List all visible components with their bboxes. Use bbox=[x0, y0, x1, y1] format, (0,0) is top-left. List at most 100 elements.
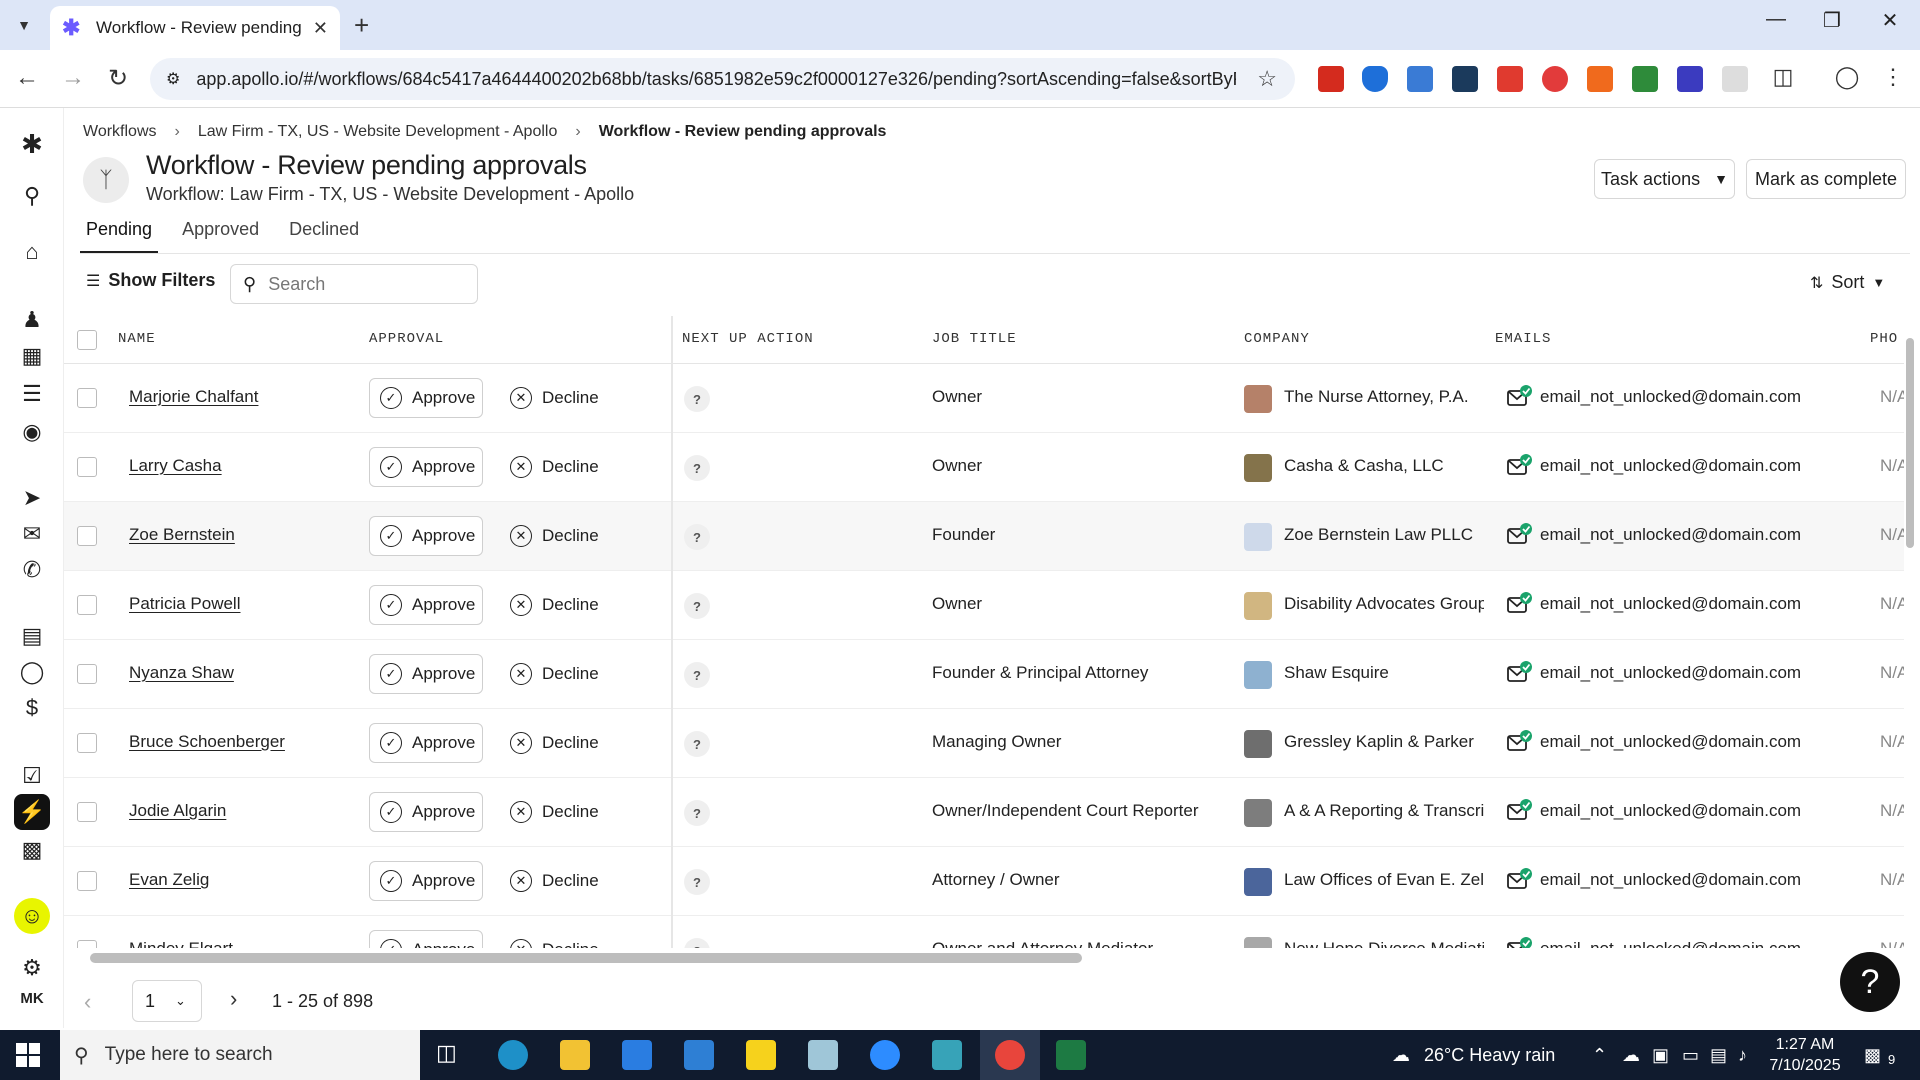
approve-button[interactable]: ✓ Approve bbox=[369, 447, 483, 487]
contact-name-link[interactable]: Mindey Elgart bbox=[129, 939, 233, 948]
approve-button[interactable]: ✓ Approve bbox=[369, 723, 483, 763]
verified-mail-icon[interactable] bbox=[1506, 798, 1532, 824]
next-up-action-unknown[interactable]: ? bbox=[684, 662, 710, 688]
calendar-icon[interactable]: ▤ bbox=[18, 622, 46, 650]
col-emails[interactable]: EMAILS bbox=[1495, 331, 1551, 347]
vertical-scroll-thumb[interactable] bbox=[1906, 338, 1914, 548]
email-icon[interactable]: ✉ bbox=[18, 520, 46, 548]
next-up-action-unknown[interactable]: ? bbox=[684, 731, 710, 757]
visitors-icon[interactable]: ◉ bbox=[18, 418, 46, 446]
excel-icon[interactable] bbox=[1056, 1040, 1086, 1070]
table-row[interactable]: Larry Casha ✓ Approve ✕ Decline? Owner Casha &… bbox=[64, 433, 1904, 502]
horizontal-scroll-thumb[interactable] bbox=[90, 953, 1082, 963]
analytics-icon[interactable]: ▩ bbox=[18, 836, 46, 864]
decline-button[interactable]: ✕ Decline bbox=[502, 723, 612, 763]
lists-icon[interactable]: ☰ bbox=[18, 380, 46, 408]
email-address[interactable]: email_not_unlocked@domain.com bbox=[1540, 594, 1801, 614]
user-avatar[interactable]: MK bbox=[18, 984, 46, 1012]
table-row[interactable]: Bruce Schoenberger ✓ Approve ✕ Decline? Manag… bbox=[64, 709, 1904, 778]
col-phone[interactable]: PHO bbox=[1870, 331, 1898, 347]
col-name[interactable]: NAME bbox=[118, 331, 156, 347]
email-address[interactable]: email_not_unlocked@domain.com bbox=[1540, 870, 1801, 890]
contact-name-link[interactable]: Zoe Bernstein bbox=[129, 525, 235, 545]
url-text[interactable]: app.apollo.io/#/workflows/684c5417a46444… bbox=[196, 69, 1236, 90]
contact-name-link[interactable]: Jodie Algarin bbox=[129, 801, 226, 821]
company-name[interactable]: The Nurse Attorney, P.A. bbox=[1284, 387, 1484, 407]
contact-name-link[interactable]: Nyanza Shaw bbox=[129, 663, 234, 683]
task-view-icon[interactable]: ◫ bbox=[436, 1040, 466, 1070]
screen-extension-icon[interactable] bbox=[1452, 66, 1478, 92]
phone-icon[interactable]: ✆ bbox=[18, 556, 46, 584]
grey-extension-icon[interactable] bbox=[1722, 66, 1748, 92]
approve-button[interactable]: ✓ Approve bbox=[369, 378, 483, 418]
company-name[interactable]: Gressley Kaplin & Parker bbox=[1284, 732, 1484, 752]
breadcrumb-workflow[interactable]: Law Firm - TX, US - Website Development … bbox=[198, 123, 558, 141]
reload-icon[interactable]: ↻ bbox=[103, 64, 133, 93]
row-checkbox[interactable] bbox=[77, 733, 97, 753]
zoom-icon[interactable] bbox=[870, 1040, 900, 1070]
tasks-icon[interactable]: ☑ bbox=[18, 762, 46, 790]
search-icon[interactable]: ⚲ bbox=[18, 182, 46, 210]
chrome-icon[interactable] bbox=[995, 1040, 1025, 1070]
back-icon[interactable]: ← bbox=[12, 64, 42, 92]
add-user-icon[interactable]: ☺ bbox=[14, 898, 50, 934]
sticky-notes-icon[interactable] bbox=[746, 1040, 776, 1070]
file-explorer-icon[interactable] bbox=[560, 1040, 590, 1070]
search-box[interactable]: ⚲ bbox=[230, 264, 478, 304]
volume-icon[interactable]: ♪ bbox=[1738, 1045, 1747, 1066]
conversations-icon[interactable]: ◯ bbox=[18, 658, 46, 686]
page-select[interactable]: 1 ⌄ bbox=[132, 980, 202, 1022]
company-name[interactable]: New Hope Divorce Mediation bbox=[1284, 939, 1484, 948]
task-actions-button[interactable]: Task actions ▼ bbox=[1594, 159, 1735, 199]
company-name[interactable]: A & A Reporting & Transcription bbox=[1284, 801, 1484, 821]
sort-button[interactable]: ⇅ Sort ▼ bbox=[1810, 272, 1885, 293]
workflow-name[interactable]: Law Firm - TX, US - Website Development … bbox=[230, 184, 634, 204]
decline-button[interactable]: ✕ Decline bbox=[502, 516, 612, 556]
home-icon[interactable]: ⌂ bbox=[18, 238, 46, 266]
company-name[interactable]: Disability Advocates Group bbox=[1284, 594, 1484, 614]
weather-text[interactable]: 26°C Heavy rain bbox=[1424, 1045, 1555, 1066]
table-row[interactable]: Evan Zelig ✓ Approve ✕ Decline? Attorney / Ow… bbox=[64, 847, 1904, 916]
contact-name-link[interactable]: Marjorie Chalfant bbox=[129, 387, 258, 407]
email-address[interactable]: email_not_unlocked@domain.com bbox=[1540, 732, 1801, 752]
next-up-action-unknown[interactable]: ? bbox=[684, 386, 710, 412]
row-checkbox[interactable] bbox=[77, 802, 97, 822]
extensions-puzzle-icon[interactable]: ◫ bbox=[1768, 64, 1798, 90]
tab-approved[interactable]: Approved bbox=[176, 218, 265, 254]
approve-button[interactable]: ✓ Approve bbox=[369, 930, 483, 948]
horizontal-scrollbar[interactable] bbox=[72, 950, 1902, 964]
decline-button[interactable]: ✕ Decline bbox=[502, 861, 612, 901]
approve-button[interactable]: ✓ Approve bbox=[369, 516, 483, 556]
contact-name-link[interactable]: Patricia Powell bbox=[129, 594, 241, 614]
select-all-checkbox[interactable] bbox=[77, 330, 97, 350]
table-row[interactable]: Zoe Bernstein ✓ Approve ✕ Decline? Founder Zoe… bbox=[64, 502, 1904, 571]
restore-icon[interactable]: ❐ bbox=[1812, 8, 1852, 33]
tray-chevron-icon[interactable]: ⌃ bbox=[1592, 1045, 1607, 1066]
apollo-logo-icon[interactable]: ✱ bbox=[18, 129, 46, 159]
email-address[interactable]: email_not_unlocked@domain.com bbox=[1540, 801, 1801, 821]
table-row[interactable]: Jodie Algarin ✓ Approve ✕ Decline? Owner/Inde… bbox=[64, 778, 1904, 847]
mark-complete-button[interactable]: Mark as complete bbox=[1746, 159, 1906, 199]
onedrive-icon[interactable]: ☁ bbox=[1622, 1045, 1640, 1066]
row-checkbox[interactable] bbox=[77, 871, 97, 891]
approve-button[interactable]: ✓ Approve bbox=[369, 654, 483, 694]
next-up-action-unknown[interactable]: ? bbox=[684, 524, 710, 550]
email-address[interactable]: email_not_unlocked@domain.com bbox=[1540, 456, 1801, 476]
col-company[interactable]: COMPANY bbox=[1244, 331, 1310, 347]
contact-name-link[interactable]: Evan Zelig bbox=[129, 870, 209, 890]
shield-extension-icon[interactable] bbox=[1362, 66, 1388, 92]
row-checkbox[interactable] bbox=[77, 526, 97, 546]
notepad-icon[interactable] bbox=[808, 1040, 838, 1070]
row-checkbox[interactable] bbox=[77, 388, 97, 408]
bookmark-star-icon[interactable]: ☆ bbox=[1257, 66, 1277, 92]
taskbar-search[interactable]: ⚲ Type here to search bbox=[60, 1030, 420, 1080]
tab-list-chevron-icon[interactable]: ▼ bbox=[10, 12, 38, 38]
email-address[interactable]: email_not_unlocked@domain.com bbox=[1540, 387, 1801, 407]
weather-icon[interactable]: ☁ bbox=[1392, 1045, 1410, 1066]
pokeball-extension-icon[interactable] bbox=[1542, 66, 1568, 92]
approve-button[interactable]: ✓ Approve bbox=[369, 585, 483, 625]
pdf-extension-icon[interactable] bbox=[1318, 66, 1344, 92]
clipboard-extension-icon[interactable] bbox=[1407, 66, 1433, 92]
verified-mail-icon[interactable] bbox=[1506, 936, 1532, 948]
verified-mail-icon[interactable] bbox=[1506, 729, 1532, 755]
